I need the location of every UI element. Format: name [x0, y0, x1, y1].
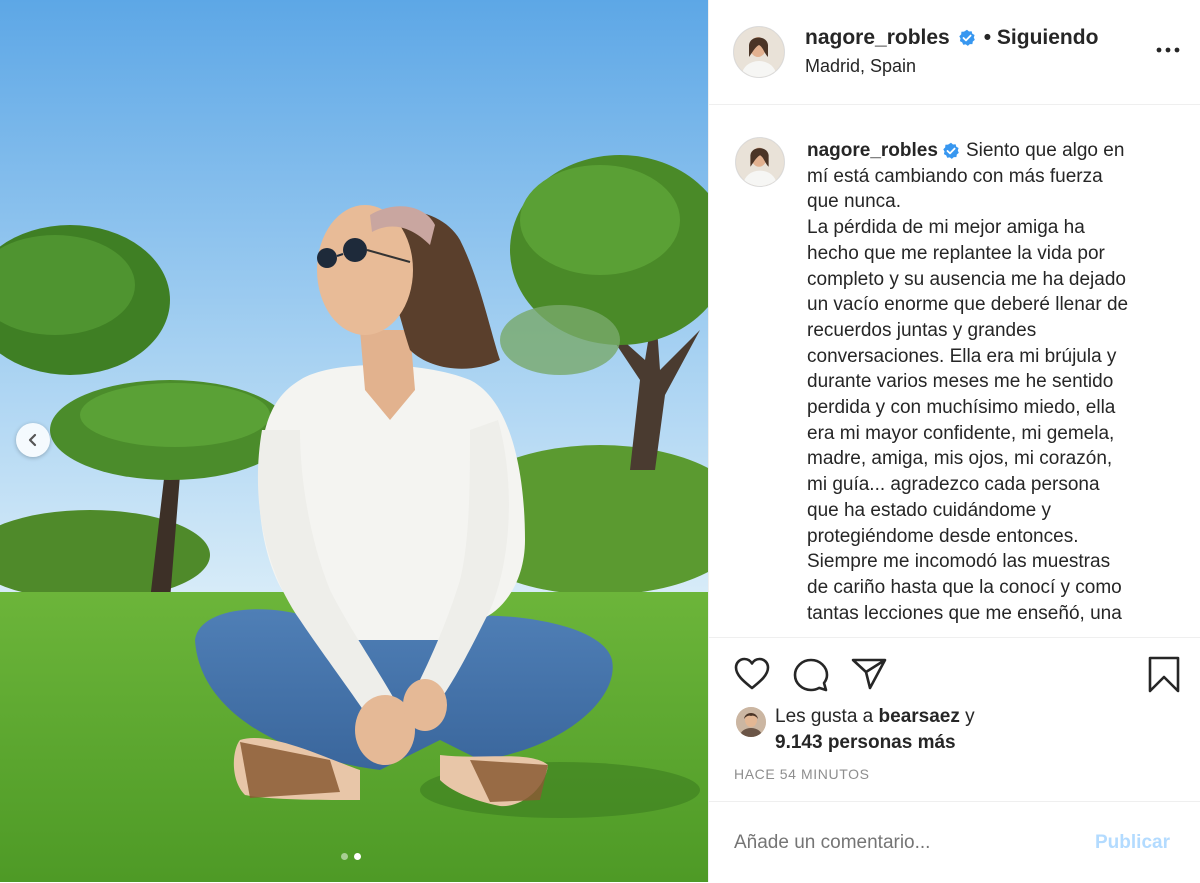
caption-line: conversaciones. Ella era mi brújula y	[807, 345, 1117, 367]
avatar-image	[736, 707, 766, 737]
caption-line: hecho que me replantee la vida por	[807, 242, 1105, 264]
post-timestamp[interactable]: HACE 54 MINUTOS	[734, 766, 870, 782]
caption-line: La pérdida de mi mejor amiga ha	[807, 217, 1085, 239]
comment-icon[interactable]	[793, 657, 829, 693]
likes-summary: Les gusta a bearsaez y 9.143 personas má…	[775, 704, 975, 756]
caption-username[interactable]: nagore_robles	[807, 140, 938, 161]
post-location[interactable]: Madrid, Spain	[805, 56, 916, 77]
more-options-icon[interactable]	[1155, 40, 1181, 60]
caption-author-avatar[interactable]	[735, 137, 785, 187]
liker-avatar[interactable]	[736, 707, 766, 737]
liker-username[interactable]: bearsaez	[879, 706, 960, 727]
caption-line: que ha estado cuidándome y	[807, 499, 1052, 521]
caption-line: mi guía... agradezco cada persona	[807, 474, 1100, 496]
header-username[interactable]: nagore_robles	[805, 26, 950, 50]
verified-badge-icon	[943, 142, 959, 159]
photo-illustration	[0, 0, 708, 882]
caption-line: protegiéndome desde entonces.	[807, 525, 1079, 547]
bookmark-icon[interactable]	[1147, 656, 1181, 694]
likes-others-link[interactable]: 9.143 personas más	[775, 732, 956, 753]
instagram-post-view: nagore_robles • Siguiendo Madrid, Spain	[0, 0, 1200, 882]
caption-line: madre, amiga, mis ojos, mi corazón,	[807, 448, 1113, 470]
caption-line: un vacío enorme que deberé llenar de	[807, 294, 1129, 316]
caption-line: de cariño hasta que la conocí y como	[807, 576, 1122, 598]
verified-badge-icon	[959, 29, 975, 46]
post-header: nagore_robles • Siguiendo Madrid, Spain	[709, 0, 1200, 105]
following-status[interactable]: • Siguiendo	[984, 26, 1099, 50]
heart-icon[interactable]	[734, 657, 770, 691]
caption-line: tantas lecciones que me enseñó, una	[807, 602, 1122, 624]
caption-line: perdida y con muchísimo miedo, ella	[807, 397, 1116, 419]
caption-line: Siempre me incomodó las muestras	[807, 551, 1111, 573]
carousel-dot	[341, 853, 348, 860]
avatar-image	[734, 27, 784, 77]
likes-conjunction: y	[965, 706, 975, 727]
publish-button[interactable]: Publicar	[1095, 832, 1170, 854]
post-photo	[0, 0, 708, 882]
caption-line: recuerdos juntas y grandes	[807, 319, 1037, 341]
carousel-indicator	[341, 853, 361, 860]
action-bar-divider	[709, 637, 1200, 638]
caption-line: era mi mayor confidente, mi gemela,	[807, 422, 1115, 444]
caption-line: que nunca.	[807, 191, 902, 213]
comment-bar: Publicar	[709, 801, 1200, 883]
header-user-row: nagore_robles • Siguiendo	[805, 26, 1098, 50]
caption-line: durante varios meses me he sentido	[807, 371, 1114, 393]
post-caption: nagore_robles Siento que algo en mí está…	[807, 138, 1179, 626]
avatar-image	[736, 138, 784, 186]
caption-line: completo y su ausencia me ha dejado	[807, 268, 1126, 290]
share-icon[interactable]	[851, 657, 887, 691]
comment-input[interactable]	[734, 832, 1074, 854]
chevron-left-icon	[28, 433, 37, 447]
author-avatar[interactable]	[733, 26, 785, 78]
post-details-panel: nagore_robles • Siguiendo Madrid, Spain	[708, 0, 1200, 882]
carousel-dot-active	[354, 853, 361, 860]
caption-line: mí está cambiando con más fuerza	[807, 165, 1103, 187]
carousel-prev-button[interactable]	[16, 423, 50, 457]
caption-line: Siento que algo en	[965, 140, 1125, 161]
likes-prefix: Les gusta a	[775, 706, 874, 727]
